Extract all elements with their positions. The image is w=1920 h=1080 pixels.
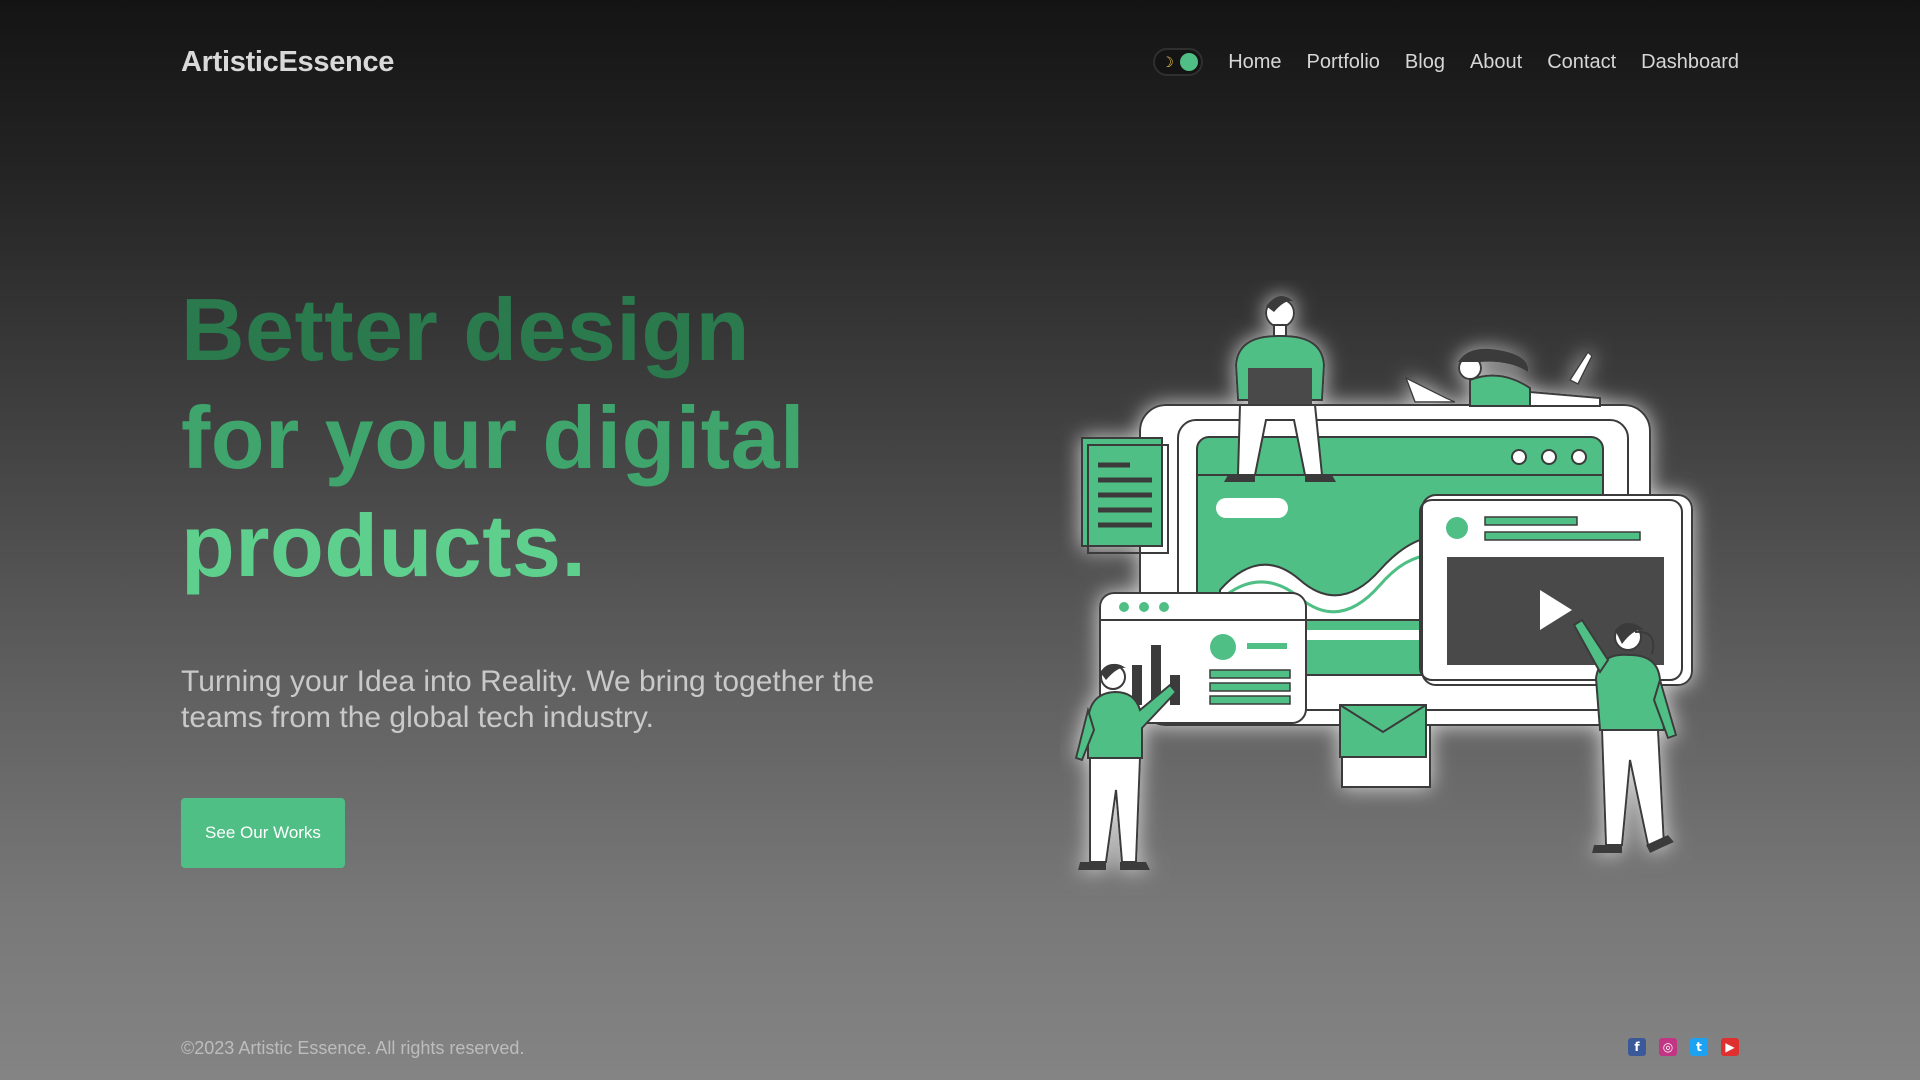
main-nav: ☽ Home Portfolio Blog About Contact Dash… (1153, 44, 1739, 80)
theme-toggle[interactable]: ☽ (1153, 48, 1204, 76)
document (1081, 437, 1163, 547)
instagram-icon[interactable]: ◎ (1659, 1038, 1677, 1056)
nav-about[interactable]: About (1470, 51, 1522, 74)
hero-subtitle: Turning your Idea into Reality. We bring… (181, 665, 875, 734)
person-standing-left (1074, 663, 1178, 870)
headline-line-3: products. (181, 496, 587, 595)
brand-logo[interactable]: ArtisticEssence (181, 44, 394, 80)
copyright-text: ©2023 Artistic Essence. All rights reser… (181, 1038, 525, 1058)
headline-line-2: for your digital (181, 388, 805, 487)
youtube-icon[interactable]: ▶ (1721, 1038, 1739, 1056)
nav-blog[interactable]: Blog (1405, 51, 1445, 74)
hero-headline: Better design for your digital products. (181, 276, 805, 600)
team-collaboration-illustration (1074, 295, 1693, 870)
moon-icon: ☽ (1161, 54, 1174, 70)
toggle-knob (1180, 53, 1199, 71)
twitter-icon[interactable]: t (1690, 1038, 1708, 1056)
facebook-icon[interactable]: f (1628, 1038, 1646, 1056)
nav-contact[interactable]: Contact (1547, 51, 1616, 74)
nav-portfolio[interactable]: Portfolio (1307, 51, 1380, 74)
see-our-works-button[interactable]: See Our Works (181, 798, 345, 868)
person-lying (1404, 348, 1601, 407)
social-links: f ◎ t ▶ (1615, 1038, 1739, 1056)
nav-dashboard[interactable]: Dashboard (1641, 51, 1739, 74)
nav-home[interactable]: Home (1228, 51, 1281, 74)
headline-line-1: Better design (181, 280, 750, 379)
